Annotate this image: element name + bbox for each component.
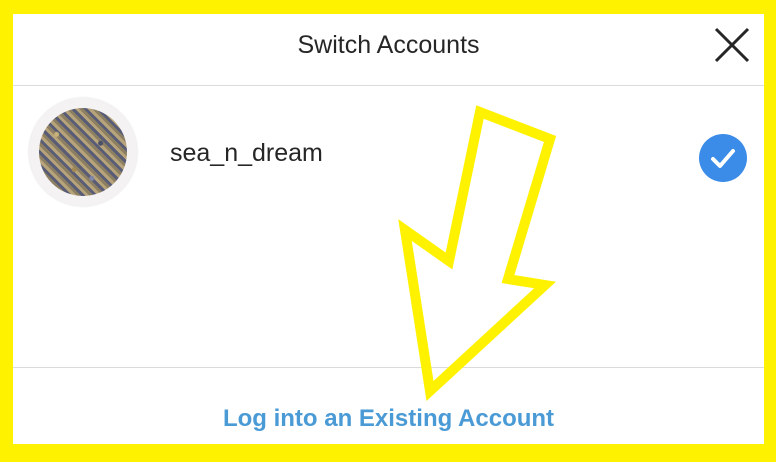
avatar-image <box>39 108 127 196</box>
dialog-footer: Log into an Existing Account <box>13 367 764 445</box>
account-list-item[interactable]: sea_n_dream <box>13 86 764 221</box>
avatar <box>29 98 137 206</box>
close-icon[interactable] <box>713 26 751 64</box>
checkmark-icon <box>699 134 747 182</box>
dialog-header: Switch Accounts <box>13 14 764 86</box>
log-into-existing-account-link[interactable]: Log into an Existing Account <box>13 368 764 470</box>
account-username: sea_n_dream <box>170 139 323 167</box>
switch-accounts-dialog: Switch Accounts sea_n_dream Log into an … <box>13 14 764 444</box>
yellow-highlight-frame: Switch Accounts sea_n_dream Log into an … <box>0 0 776 462</box>
dialog-title: Switch Accounts <box>297 31 480 59</box>
